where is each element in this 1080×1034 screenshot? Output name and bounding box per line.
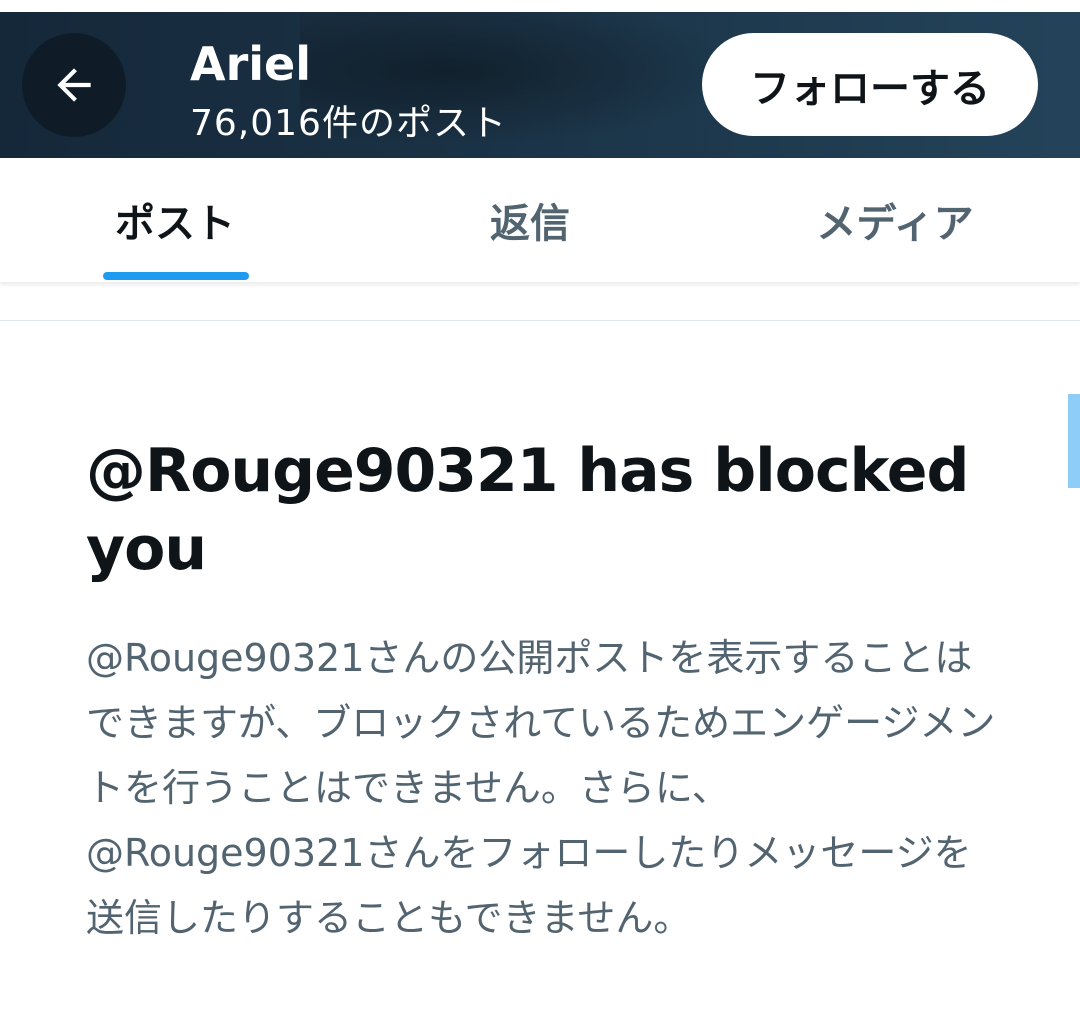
active-tab-indicator — [103, 272, 249, 280]
arrow-left-icon — [57, 68, 91, 102]
back-button[interactable] — [22, 33, 126, 137]
profile-name: Ariel — [190, 37, 312, 91]
tab-posts[interactable]: ポスト — [80, 158, 270, 282]
profile-tabs: ポスト 返信 メディア — [0, 158, 1080, 282]
follow-button[interactable]: フォローする — [702, 33, 1038, 136]
profile-header: Ariel 76,016件のポスト フォローする — [0, 12, 1080, 158]
blocked-heading: @Rouge90321 has blocked you — [86, 436, 969, 584]
tab-media[interactable]: メディア — [790, 158, 1000, 282]
blocked-description: @Rouge90321さんの公開ポストを表示することはできますが、ブロックされて… — [86, 636, 996, 940]
tab-replies[interactable]: 返信 — [440, 158, 620, 282]
profile-page: Ariel 76,016件のポスト フォローする ポスト 返信 メディア @Ro… — [0, 0, 1080, 1034]
post-count: 76,016件のポスト — [190, 103, 507, 144]
scrollbar[interactable] — [1068, 394, 1080, 488]
content-divider — [0, 320, 1080, 321]
